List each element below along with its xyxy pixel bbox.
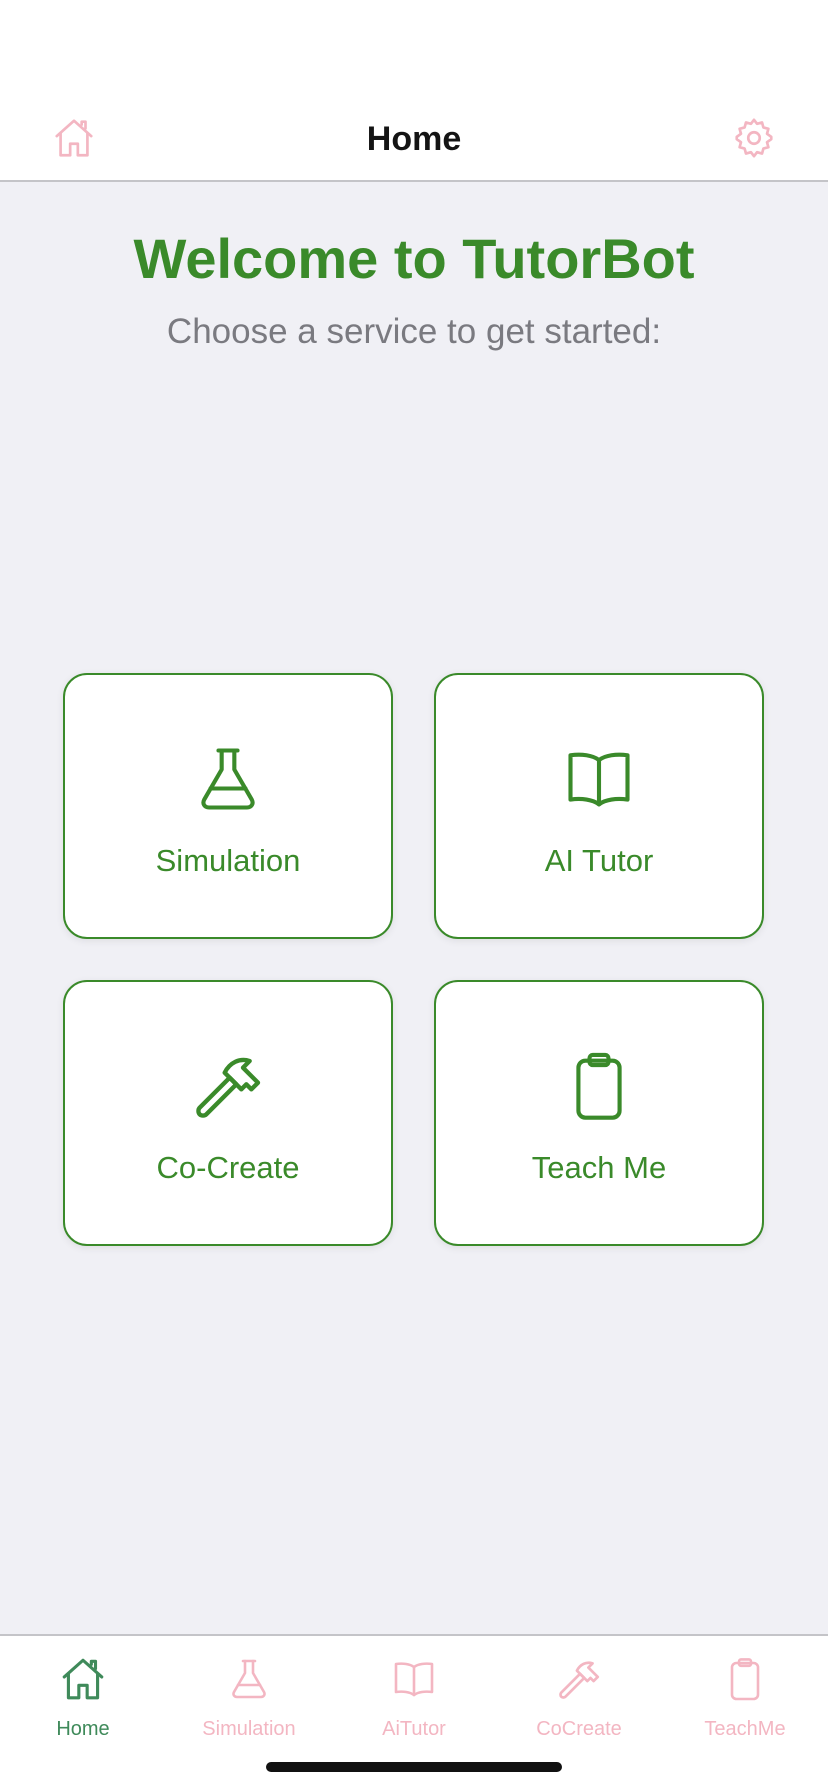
hammer-icon bbox=[496, 1654, 662, 1704]
flask-icon bbox=[65, 739, 391, 819]
co-create-card[interactable]: Co-Create bbox=[63, 980, 393, 1246]
tab-simulation[interactable]: Simulation bbox=[166, 1646, 332, 1740]
page-title: Home bbox=[366, 120, 462, 158]
clipboard-icon bbox=[436, 1046, 762, 1126]
welcome-title: Welcome to TutorBot bbox=[133, 227, 695, 290]
card-label: Simulation bbox=[155, 843, 301, 878]
welcome-subtitle: Choose a service to get started: bbox=[166, 312, 662, 351]
navigation-header: Home bbox=[0, 96, 828, 182]
tab-aitutor[interactable]: AiTutor bbox=[331, 1646, 497, 1740]
home-indicator[interactable] bbox=[266, 1762, 562, 1772]
status-bar bbox=[0, 0, 828, 96]
teach-me-card[interactable]: Teach Me bbox=[434, 980, 764, 1246]
tab-cocreate[interactable]: CoCreate bbox=[496, 1646, 662, 1740]
settings-button[interactable] bbox=[730, 116, 778, 164]
tab-label: Simulation bbox=[202, 1718, 296, 1740]
tab-teachme[interactable]: TeachMe bbox=[662, 1646, 828, 1740]
house-icon bbox=[0, 1654, 166, 1704]
clipboard-icon bbox=[662, 1654, 828, 1704]
simulation-card[interactable]: Simulation bbox=[63, 673, 393, 939]
card-label: Teach Me bbox=[531, 1150, 667, 1185]
flask-icon bbox=[166, 1654, 332, 1704]
tab-label: TeachMe bbox=[704, 1718, 786, 1740]
tab-home[interactable]: Home bbox=[0, 1646, 166, 1740]
card-label: AI Tutor bbox=[544, 843, 654, 878]
hammer-icon bbox=[65, 1046, 391, 1126]
gear-icon bbox=[731, 115, 777, 166]
tab-label: AiTutor bbox=[382, 1718, 446, 1740]
book-icon bbox=[436, 739, 762, 819]
home-screen: Home Welcome to TutorBot Choose a servic… bbox=[0, 0, 828, 1792]
tab-label: Home bbox=[56, 1718, 110, 1740]
tab-label: CoCreate bbox=[536, 1718, 622, 1740]
book-icon bbox=[331, 1654, 497, 1704]
ai-tutor-card[interactable]: AI Tutor bbox=[434, 673, 764, 939]
card-label: Co-Create bbox=[156, 1150, 300, 1185]
